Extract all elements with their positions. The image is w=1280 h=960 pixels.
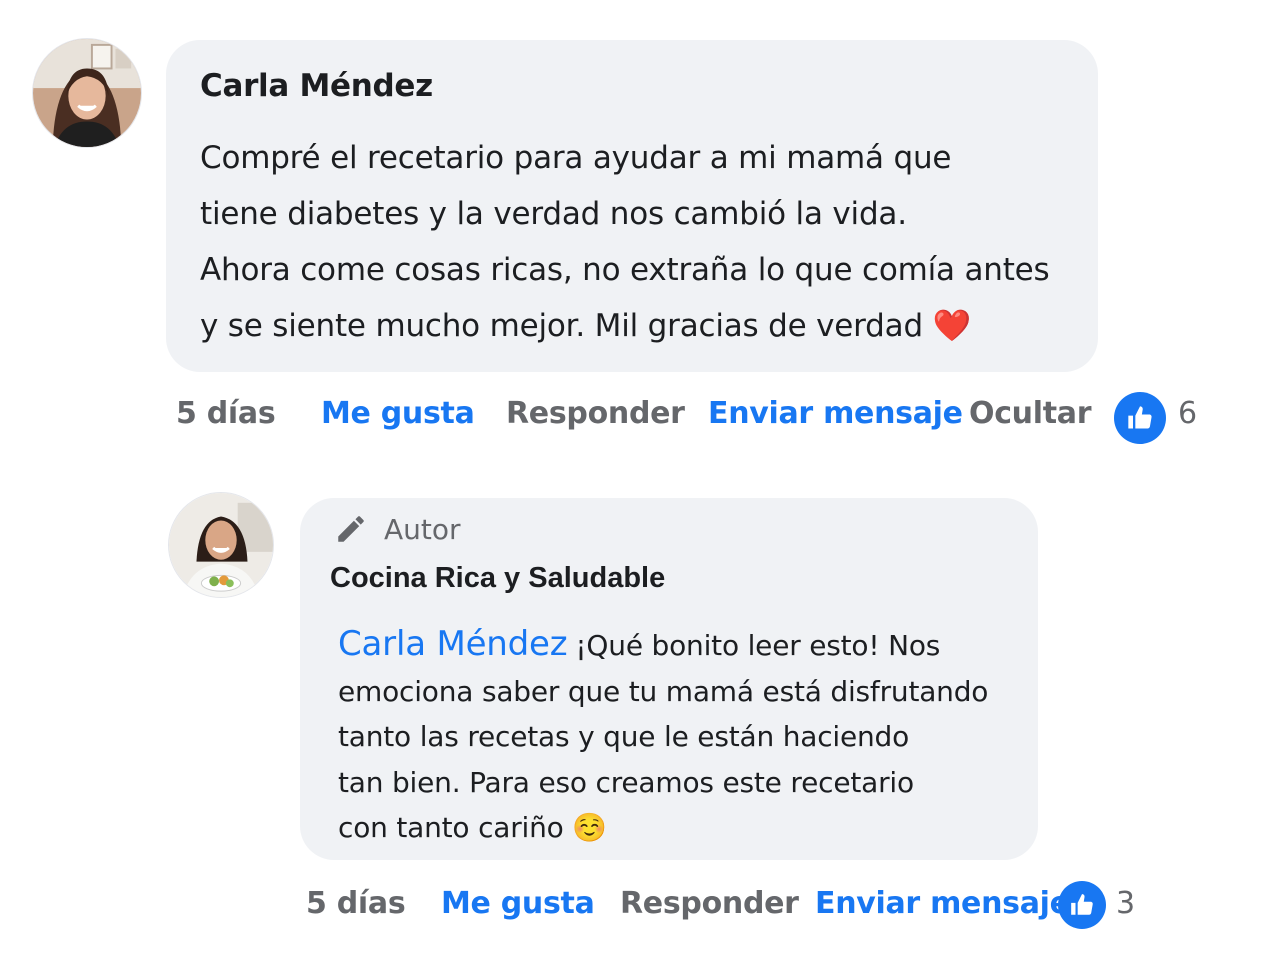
comment-line: Ahora come cosas ricas, no extraña lo qu…: [200, 252, 1050, 288]
reply-line: Carla Méndez ¡Qué bonito leer esto! Nos: [338, 622, 1028, 669]
comment-timestamp[interactable]: 5 días: [176, 396, 276, 431]
thumbs-up-icon[interactable]: [1058, 881, 1106, 929]
reply-line: emociona saber que tu mamá está disfruta…: [338, 674, 989, 708]
reply-line-text: ¡Qué bonito leer esto! Nos: [575, 629, 941, 662]
smile-emoji: ☺️: [572, 811, 607, 844]
reply-like-button[interactable]: Me gusta: [441, 886, 595, 921]
thumbs-up-icon[interactable]: [1114, 392, 1166, 444]
comment-line: Compré el recetario para ayudar a mi mam…: [200, 140, 952, 176]
author-badge: Autor: [334, 512, 461, 546]
mention-link[interactable]: Carla Méndez: [338, 624, 568, 664]
reply-line: con tanto cariño ☺️: [338, 805, 1028, 851]
comment-line-text: y se siente mucho mejor. Mil gracias de …: [200, 308, 923, 344]
reply-send-message-button[interactable]: Enviar mensaje: [815, 886, 1070, 921]
comment-author-name[interactable]: Carla Méndez: [200, 68, 433, 104]
page-avatar[interactable]: [168, 492, 274, 598]
reply-reply-button[interactable]: Responder: [620, 886, 799, 921]
comment-line: y se siente mucho mejor. Mil gracias de …: [200, 298, 1090, 354]
pencil-icon: [338, 516, 364, 542]
commenter-avatar[interactable]: [32, 38, 142, 148]
send-message-button[interactable]: Enviar mensaje: [708, 396, 963, 431]
like-count[interactable]: 6: [1178, 396, 1197, 431]
reply-line: tanto las recetas y que le están haciend…: [338, 720, 910, 753]
heart-emoji: ❤️: [932, 308, 972, 344]
reply-actions: 5 días Me gusta Responder Enviar mensaje…: [0, 881, 1280, 929]
reply-button[interactable]: Responder: [506, 396, 685, 431]
comment-line: tiene diabetes y la verdad nos cambió la…: [200, 196, 907, 232]
like-button[interactable]: Me gusta: [321, 396, 475, 431]
hide-button[interactable]: Ocultar: [969, 396, 1092, 431]
reply-author-name[interactable]: Cocina Rica y Saludable: [330, 562, 665, 595]
reply-like-count[interactable]: 3: [1116, 886, 1135, 921]
reply-timestamp[interactable]: 5 días: [306, 886, 406, 921]
author-badge-label: Autor: [384, 512, 461, 546]
comment-text: Compré el recetario para ayudar a mi mam…: [200, 130, 1090, 354]
comment-actions: 5 días Me gusta Responder Enviar mensaje…: [0, 392, 1280, 444]
reply-text: Carla Méndez ¡Qué bonito leer esto! Nos e…: [338, 622, 1028, 851]
reply-line-text: con tanto cariño: [338, 811, 564, 844]
reply-line: tan bien. Para eso creamos este recetari…: [338, 765, 914, 799]
